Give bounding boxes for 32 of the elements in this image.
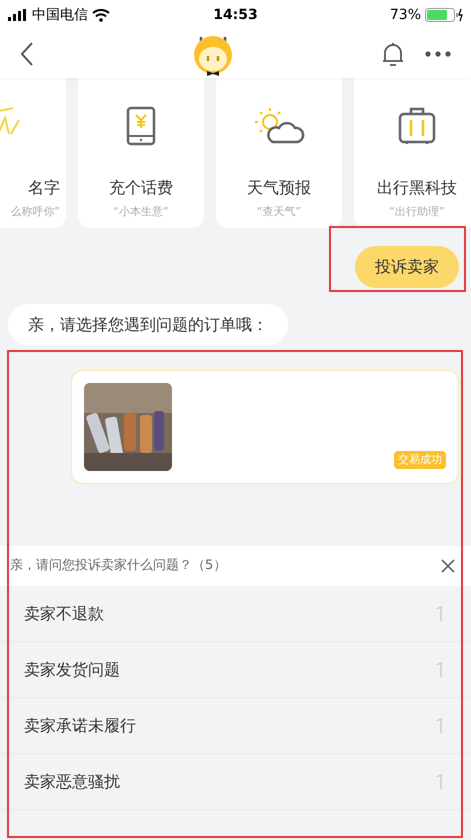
bell-icon	[381, 41, 405, 67]
battery-icon	[425, 8, 463, 22]
service-title: 充个话费	[109, 176, 173, 198]
option-row[interactable]: 卖家不退款	[0, 586, 471, 642]
service-title: 名字	[28, 176, 61, 198]
user-message-bubble: 投诉卖家	[355, 246, 459, 288]
close-icon	[441, 559, 455, 573]
service-subtitle: “小本生意”	[113, 204, 169, 220]
notification-button[interactable]	[381, 41, 405, 67]
more-icon	[425, 51, 451, 57]
sheet-title: 亲，请问您投诉卖家什么问题？（5）	[10, 557, 228, 576]
phone-icon	[126, 106, 156, 146]
close-button[interactable]	[441, 559, 455, 573]
order-status-tag: 交易成功	[394, 450, 446, 469]
more-button[interactable]	[425, 51, 451, 57]
service-title: 出行黑科技	[377, 176, 457, 198]
option-row[interactable]: 卖家恶意骚扰	[0, 754, 471, 810]
weather-icon	[253, 106, 305, 146]
signal-icon	[8, 9, 28, 21]
wifi-icon	[92, 8, 110, 22]
service-title: 天气预报	[247, 176, 311, 198]
service-subtitle: “查天气”	[256, 204, 302, 220]
service-subtitle: “出行助理”	[389, 204, 445, 220]
bot-message-bubble: 亲，请选择您遇到问题的订单哦：	[8, 304, 288, 346]
service-subtitle: 么称呼你”	[10, 204, 61, 220]
clock-time: 14:53	[212, 6, 259, 24]
back-icon	[20, 41, 34, 67]
option-row[interactable]: 卖家发货问题	[0, 642, 471, 698]
option-row[interactable]: 卖家承诺未履行	[0, 698, 471, 754]
suitcase-icon	[397, 106, 437, 146]
battery-percent: 73%	[390, 6, 421, 24]
carrier-name: 中国电信	[32, 6, 88, 24]
